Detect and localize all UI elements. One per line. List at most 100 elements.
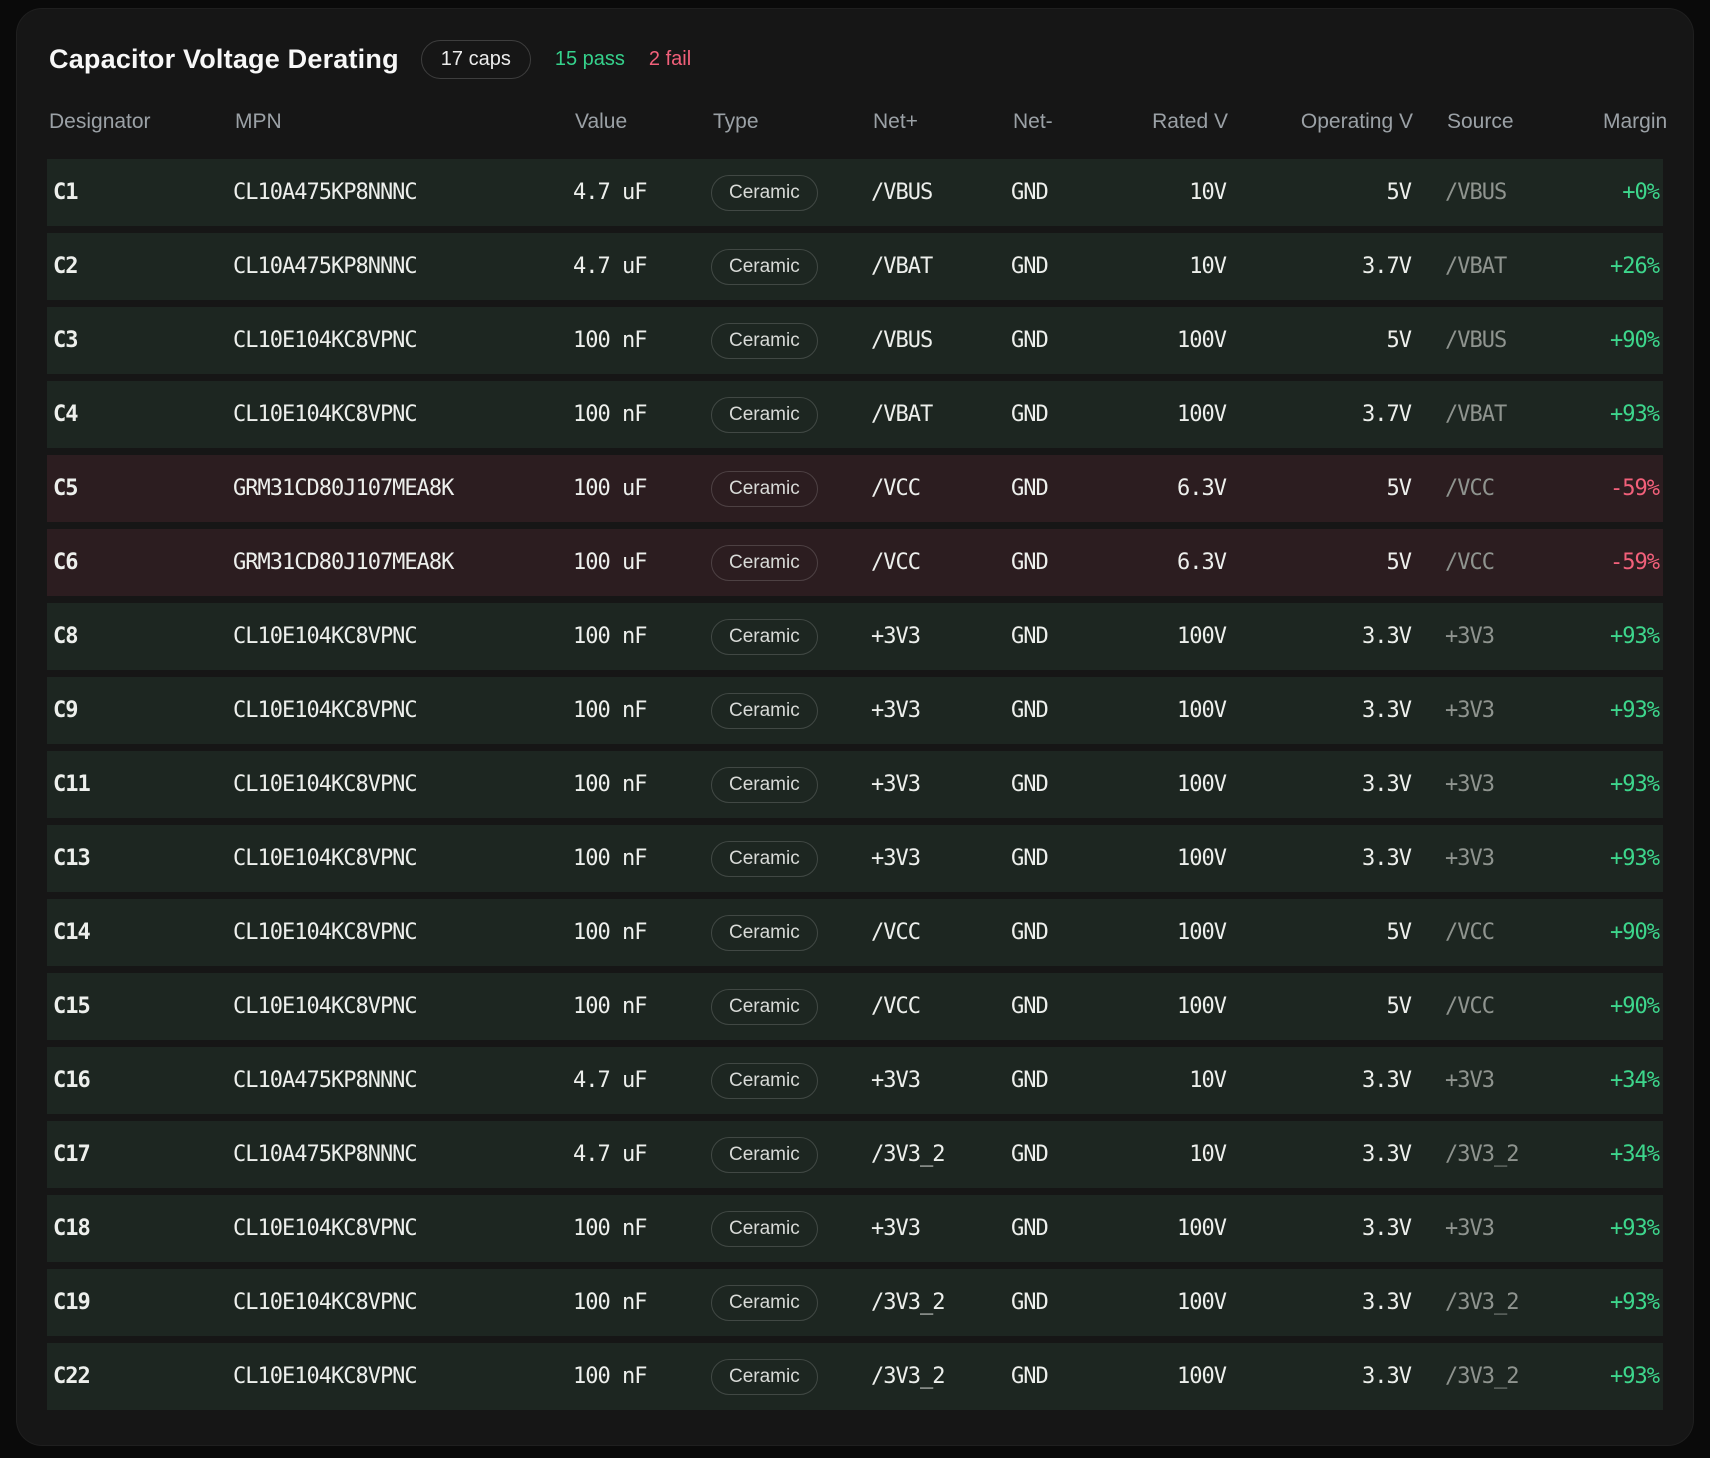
cell-designator: C4 bbox=[47, 402, 233, 427]
column-header-net-neg: Net- bbox=[1013, 110, 1128, 134]
cell-designator: C17 bbox=[47, 1142, 233, 1167]
cell-operating-v: 5V bbox=[1226, 180, 1411, 205]
table-row: C5 GRM31CD80J107MEA8K 100 uF Ceramic /VC… bbox=[47, 455, 1663, 522]
cell-operating-v: 5V bbox=[1226, 328, 1411, 353]
cell-net-neg: GND bbox=[1011, 1364, 1126, 1389]
table-row: C19 CL10E104KC8VPNC 100 nF Ceramic /3V3_… bbox=[47, 1269, 1663, 1336]
cell-net-neg: GND bbox=[1011, 846, 1126, 871]
cell-operating-v: 3.3V bbox=[1226, 1364, 1411, 1389]
report-header: Capacitor Voltage Derating 17 caps 15 pa… bbox=[47, 35, 1663, 83]
cell-value: 100 nF bbox=[573, 920, 711, 945]
cell-rated-v: 6.3V bbox=[1126, 550, 1226, 575]
type-badge: Ceramic bbox=[711, 249, 818, 285]
column-header-rated-v: Rated V bbox=[1128, 110, 1228, 134]
cell-mpn: CL10E104KC8VPNC bbox=[233, 1364, 573, 1389]
cell-value: 100 nF bbox=[573, 994, 711, 1019]
cell-mpn: CL10A475KP8NNNC bbox=[233, 180, 573, 205]
column-header-type: Type bbox=[713, 110, 873, 134]
cell-operating-v: 5V bbox=[1226, 550, 1411, 575]
cell-designator: C11 bbox=[47, 772, 233, 797]
cell-designator: C15 bbox=[47, 994, 233, 1019]
type-badge: Ceramic bbox=[711, 989, 818, 1025]
cell-type: Ceramic bbox=[711, 1063, 871, 1099]
cell-margin: +34% bbox=[1601, 1142, 1663, 1167]
cell-mpn: CL10E104KC8VPNC bbox=[233, 772, 573, 797]
type-badge: Ceramic bbox=[711, 397, 818, 433]
cell-operating-v: 3.3V bbox=[1226, 846, 1411, 871]
cell-value: 4.7 uF bbox=[573, 1142, 711, 1167]
cell-margin: +34% bbox=[1601, 1068, 1663, 1093]
table-row: C9 CL10E104KC8VPNC 100 nF Ceramic +3V3 G… bbox=[47, 677, 1663, 744]
cell-operating-v: 3.7V bbox=[1226, 402, 1411, 427]
cell-margin: +93% bbox=[1601, 846, 1663, 871]
cell-rated-v: 100V bbox=[1126, 328, 1226, 353]
cell-operating-v: 3.7V bbox=[1226, 254, 1411, 279]
cell-value: 100 nF bbox=[573, 1216, 711, 1241]
cell-designator: C18 bbox=[47, 1216, 233, 1241]
cell-margin: +93% bbox=[1601, 1290, 1663, 1315]
table-row: C13 CL10E104KC8VPNC 100 nF Ceramic +3V3 … bbox=[47, 825, 1663, 892]
table-row: C11 CL10E104KC8VPNC 100 nF Ceramic +3V3 … bbox=[47, 751, 1663, 818]
cell-net-neg: GND bbox=[1011, 254, 1126, 279]
cell-source: /VCC bbox=[1411, 920, 1601, 945]
cell-source: /VBUS bbox=[1411, 328, 1601, 353]
table-header-row: Designator MPN Value Type Net+ Net- Rate… bbox=[47, 99, 1663, 145]
cell-operating-v: 3.3V bbox=[1226, 698, 1411, 723]
cell-margin: -59% bbox=[1601, 476, 1663, 501]
cell-rated-v: 100V bbox=[1126, 402, 1226, 427]
cell-operating-v: 5V bbox=[1226, 476, 1411, 501]
cell-mpn: CL10A475KP8NNNC bbox=[233, 1068, 573, 1093]
cell-net-pos: /VCC bbox=[871, 920, 1011, 945]
derating-report-card: Capacitor Voltage Derating 17 caps 15 pa… bbox=[16, 8, 1694, 1446]
cell-source: /3V3_2 bbox=[1411, 1290, 1601, 1315]
cell-rated-v: 100V bbox=[1126, 624, 1226, 649]
cell-type: Ceramic bbox=[711, 1285, 871, 1321]
cell-designator: C2 bbox=[47, 254, 233, 279]
cell-net-neg: GND bbox=[1011, 994, 1126, 1019]
type-badge: Ceramic bbox=[711, 1285, 818, 1321]
cell-net-pos: /VCC bbox=[871, 994, 1011, 1019]
table-row: C1 CL10A475KP8NNNC 4.7 uF Ceramic /VBUS … bbox=[47, 159, 1663, 226]
table-row: C8 CL10E104KC8VPNC 100 nF Ceramic +3V3 G… bbox=[47, 603, 1663, 670]
cell-source: /VBAT bbox=[1411, 402, 1601, 427]
cell-net-neg: GND bbox=[1011, 772, 1126, 797]
cell-net-pos: /VCC bbox=[871, 550, 1011, 575]
cell-net-neg: GND bbox=[1011, 1142, 1126, 1167]
cell-operating-v: 5V bbox=[1226, 994, 1411, 1019]
cell-value: 100 nF bbox=[573, 402, 711, 427]
column-header-value: Value bbox=[575, 110, 713, 134]
cell-value: 100 nF bbox=[573, 846, 711, 871]
table-row: C15 CL10E104KC8VPNC 100 nF Ceramic /VCC … bbox=[47, 973, 1663, 1040]
cell-net-pos: /3V3_2 bbox=[871, 1364, 1011, 1389]
cell-mpn: CL10E104KC8VPNC bbox=[233, 1216, 573, 1241]
cell-mpn: CL10A475KP8NNNC bbox=[233, 254, 573, 279]
cell-net-pos: /3V3_2 bbox=[871, 1290, 1011, 1315]
cell-net-pos: +3V3 bbox=[871, 624, 1011, 649]
cell-net-neg: GND bbox=[1011, 476, 1126, 501]
cell-mpn: CL10E104KC8VPNC bbox=[233, 402, 573, 427]
cell-margin: +93% bbox=[1601, 1216, 1663, 1241]
cell-value: 100 nF bbox=[573, 1290, 711, 1315]
type-badge: Ceramic bbox=[711, 1063, 818, 1099]
table-row: C3 CL10E104KC8VPNC 100 nF Ceramic /VBUS … bbox=[47, 307, 1663, 374]
cell-type: Ceramic bbox=[711, 1359, 871, 1395]
type-badge: Ceramic bbox=[711, 471, 818, 507]
cell-mpn: CL10E104KC8VPNC bbox=[233, 920, 573, 945]
cell-value: 100 uF bbox=[573, 550, 711, 575]
cell-operating-v: 3.3V bbox=[1226, 1290, 1411, 1315]
type-badge: Ceramic bbox=[711, 693, 818, 729]
cell-net-pos: +3V3 bbox=[871, 698, 1011, 723]
cell-source: +3V3 bbox=[1411, 624, 1601, 649]
cell-margin: +0% bbox=[1601, 180, 1663, 205]
cell-margin: +93% bbox=[1601, 772, 1663, 797]
cell-rated-v: 100V bbox=[1126, 1364, 1226, 1389]
column-header-net-pos: Net+ bbox=[873, 110, 1013, 134]
cell-margin: +93% bbox=[1601, 624, 1663, 649]
cell-rated-v: 100V bbox=[1126, 1216, 1226, 1241]
cell-operating-v: 5V bbox=[1226, 920, 1411, 945]
cell-operating-v: 3.3V bbox=[1226, 624, 1411, 649]
cell-source: /VBAT bbox=[1411, 254, 1601, 279]
table-row: C2 CL10A475KP8NNNC 4.7 uF Ceramic /VBAT … bbox=[47, 233, 1663, 300]
table-row: C4 CL10E104KC8VPNC 100 nF Ceramic /VBAT … bbox=[47, 381, 1663, 448]
cell-mpn: CL10E104KC8VPNC bbox=[233, 328, 573, 353]
